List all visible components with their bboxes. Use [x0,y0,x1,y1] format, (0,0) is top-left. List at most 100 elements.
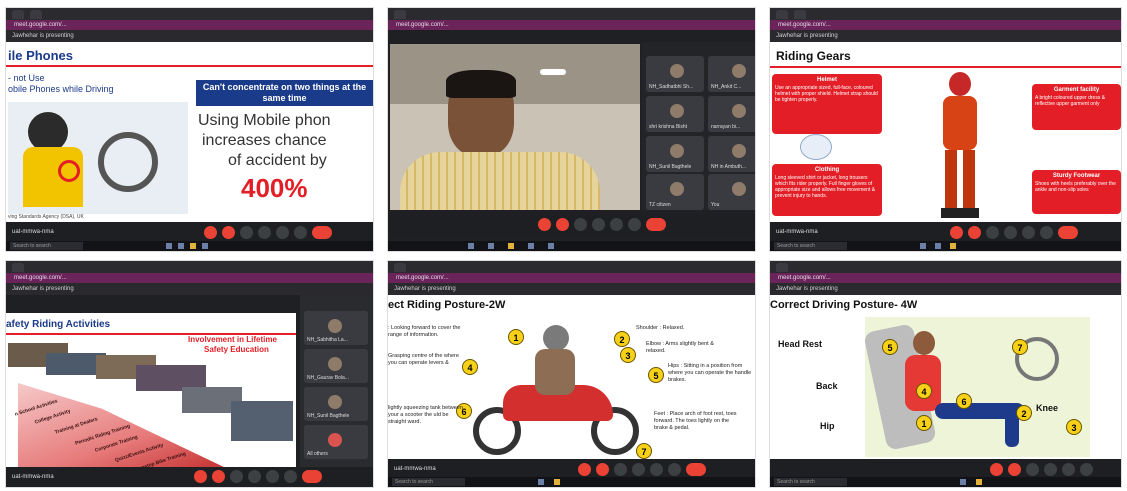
leave-call-button[interactable] [302,470,322,483]
presenting-banner: Jawhehar is presenting [6,30,373,42]
raise-hand-button[interactable] [1044,463,1057,476]
raise-hand-button[interactable] [248,470,261,483]
participant-tile[interactable]: NH_Gaurav Bola... [304,349,368,383]
address-bar[interactable]: meet.google.com/... [770,273,1121,283]
more-options-button[interactable] [284,470,297,483]
raise-hand-button[interactable] [632,463,645,476]
taskbar-app-icon[interactable] [178,243,184,249]
taskbar-app-icon[interactable] [960,479,966,485]
browser-tab[interactable] [776,9,788,19]
present-button[interactable] [1062,463,1075,476]
camera-off-button[interactable] [212,470,225,483]
address-bar[interactable]: meet.google.com/... [770,20,1121,30]
address-bar[interactable]: meet.google.com/... [388,20,755,30]
posture-marker: 1 [916,415,932,431]
camera-off-button[interactable] [1008,463,1021,476]
avatar [328,395,342,409]
more-options-button[interactable] [294,226,307,239]
big-text-3: of accident by [228,152,327,169]
slide-area: afety Riding Activities Involvement in L… [6,313,296,473]
folder-icon[interactable] [190,243,196,249]
captions-button[interactable] [1026,463,1039,476]
windows-taskbar [388,241,755,251]
participant-tile[interactable]: NH_Sadhatbhi Sh... [646,56,704,92]
participant-name: narrayan bi... [711,124,741,130]
browser-tab[interactable] [12,262,24,272]
raise-hand-button[interactable] [592,218,605,231]
leave-call-button[interactable] [646,218,666,231]
present-button[interactable] [1022,226,1035,239]
captions-button[interactable] [240,226,253,239]
taskbar-search[interactable]: Search to search [774,478,847,486]
folder-icon[interactable] [976,479,982,485]
leave-call-button[interactable] [312,226,332,239]
taskbar-app-icon[interactable] [548,243,554,249]
clothing-box: Clothing Long sleeved shirt or jacket, lo… [772,164,882,216]
browser-tab[interactable] [394,9,406,19]
folder-icon[interactable] [950,243,956,249]
posture-marker: 5 [882,339,898,355]
clothing-box-text: Long sleeved shirt or jacket, long trous… [775,175,876,199]
taskbar-app-icon[interactable] [166,243,172,249]
taskbar-app-icon[interactable] [935,243,941,249]
mic-off-button[interactable] [578,463,591,476]
camera-off-button[interactable] [968,226,981,239]
mic-off-button[interactable] [194,470,207,483]
leave-call-button[interactable] [1058,226,1078,239]
participant-tile[interactable]: All others [304,425,368,459]
presenting-banner: Jawhehar is presenting [770,283,1121,295]
address-bar[interactable]: meet.google.com/... [388,273,755,283]
captions-button[interactable] [986,226,999,239]
taskbar-app-icon[interactable] [468,243,474,249]
participant-tile[interactable]: shri krishna Bisht [646,96,704,132]
mic-off-button[interactable] [538,218,551,231]
browser-tab[interactable] [394,262,406,272]
participant-tile[interactable]: TZ citizen [646,174,704,210]
raise-hand-button[interactable] [1004,226,1017,239]
camera-off-button[interactable] [222,226,235,239]
participant-tile[interactable]: NH_Sunil Bagthele [646,136,704,172]
captions-button[interactable] [614,463,627,476]
taskbar-app-icon[interactable] [528,243,534,249]
mic-off-button[interactable] [204,226,217,239]
present-button[interactable] [610,218,623,231]
address-bar[interactable]: meet.google.com/... [6,273,373,283]
taskbar-search[interactable]: Search to search [392,478,465,486]
mic-off-button[interactable] [950,226,963,239]
more-options-button[interactable] [1080,463,1093,476]
present-button[interactable] [266,470,279,483]
raise-hand-button[interactable] [258,226,271,239]
participant-name: TZ citizen [649,202,671,208]
browser-tab[interactable] [12,9,24,19]
avatar [328,357,342,371]
participant-tile[interactable]: narrayan bi... [708,96,755,132]
more-options-button[interactable] [628,218,641,231]
browser-tab[interactable] [30,9,42,19]
captions-button[interactable] [574,218,587,231]
present-button[interactable] [650,463,663,476]
mic-off-button[interactable] [990,463,1003,476]
more-options-button[interactable] [668,463,681,476]
camera-off-button[interactable] [596,463,609,476]
taskbar-search[interactable]: Search to search [10,242,83,250]
participant-tile[interactable]: NH_Sabhitha La... [304,311,368,345]
participant-tile[interactable]: NH_Sunil Bagthele [304,387,368,421]
taskbar-app-icon[interactable] [488,243,494,249]
taskbar-app-icon[interactable] [202,243,208,249]
participant-tile[interactable]: You [708,174,755,210]
camera-off-button[interactable] [556,218,569,231]
browser-tab[interactable] [794,9,806,19]
captions-button[interactable] [230,470,243,483]
taskbar-app-icon[interactable] [538,479,544,485]
participant-tile[interactable]: NH_Ankit C... [708,56,755,92]
taskbar-app-icon[interactable] [920,243,926,249]
folder-icon[interactable] [508,243,514,249]
taskbar-search[interactable]: Search to search [774,242,847,250]
participant-tile[interactable]: NH in Ambuth... [708,136,755,172]
present-button[interactable] [276,226,289,239]
folder-icon[interactable] [554,479,560,485]
leave-call-button[interactable] [686,463,706,476]
browser-tab[interactable] [776,262,788,272]
address-bar[interactable]: meet.google.com/... [6,20,373,30]
more-options-button[interactable] [1040,226,1053,239]
